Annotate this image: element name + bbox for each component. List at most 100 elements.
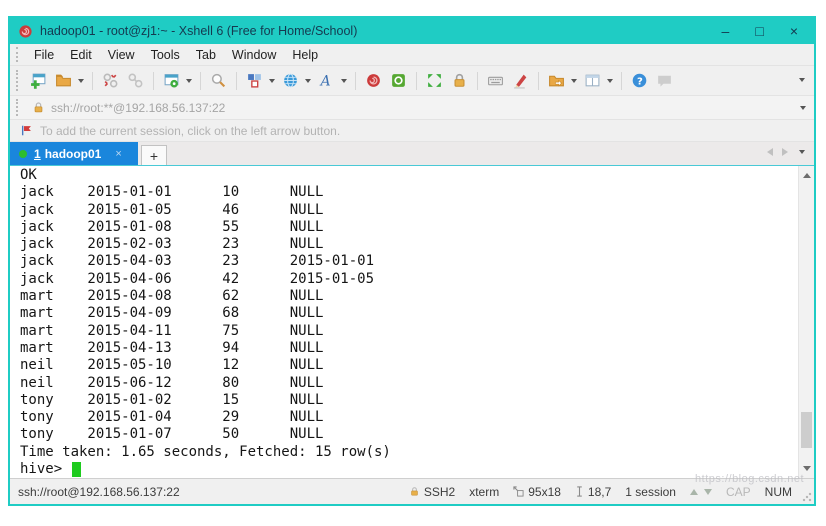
menu-item[interactable]: Tab	[188, 44, 224, 66]
xftp-transfer-button[interactable]	[387, 70, 410, 91]
tab-hadoop01[interactable]: 1 hadoop01 ×	[10, 142, 138, 165]
address-url[interactable]: ssh://root:**@192.168.56.137:22	[51, 101, 798, 115]
tile-windows-icon	[585, 74, 600, 87]
xshell-window: hadoop01 - root@zj1:~ - Xshell 6 (Free f…	[8, 16, 816, 506]
address-bar[interactable]: ssh://root:**@192.168.56.137:22	[10, 96, 814, 120]
terminal-line: jack 2015-01-05 46 NULL	[20, 201, 324, 218]
help-icon: ?	[632, 73, 647, 87]
close-button[interactable]: ×	[790, 18, 798, 44]
resize-grip[interactable]	[802, 492, 812, 502]
find-button[interactable]	[207, 70, 230, 91]
font-dropdown[interactable]	[341, 78, 347, 83]
terminal-line: tony 2015-01-04 29 NULL	[20, 409, 324, 426]
xagent-swirl-icon	[367, 74, 380, 87]
toolbar-separator	[416, 71, 417, 90]
xagent-button[interactable]	[362, 70, 385, 91]
address-bar-grip[interactable]	[16, 99, 19, 116]
compose-button[interactable]	[509, 70, 532, 91]
toolbar-grip[interactable]	[16, 47, 19, 62]
menu-item[interactable]: View	[100, 44, 143, 66]
title-bar: hadoop01 - root@zj1:~ - Xshell 6 (Free f…	[10, 18, 814, 44]
terminal-line: jack 2015-02-03 23 NULL	[20, 236, 324, 253]
status-lock-icon	[411, 487, 418, 496]
info-bar: To add the current session, click on the…	[10, 120, 814, 142]
tab-close-icon[interactable]: ×	[115, 148, 121, 160]
prompt-line: hive>	[20, 461, 798, 478]
scroll-up-button[interactable]	[799, 168, 814, 183]
desktop: hadoop01 - root@zj1:~ - Xshell 6 (Free f…	[0, 0, 826, 526]
terminal-line: jack 2015-01-08 55 NULL	[20, 218, 324, 235]
tab-scroll-left-icon[interactable]	[767, 148, 773, 156]
status-bar: https://blog.csdn.net ssh://root@192.168…	[10, 473, 814, 504]
toolbar: A ?	[10, 66, 814, 96]
color-scheme-button[interactable]	[243, 70, 266, 91]
color-scheme-dropdown[interactable]	[269, 78, 275, 83]
tile-windows-button[interactable]	[581, 70, 604, 91]
globe-icon	[284, 73, 297, 88]
toolbar-separator	[621, 71, 622, 90]
window-title: hadoop01 - root@zj1:~ - Xshell 6 (Free f…	[40, 24, 358, 38]
scroll-down-icon	[802, 466, 811, 471]
menu-item[interactable]: Help	[284, 44, 326, 66]
scroll-down-button[interactable]	[799, 461, 814, 476]
folder-transfer-dropdown[interactable]	[571, 78, 577, 83]
terminal-line: mart 2015-04-13 94 NULL	[20, 339, 324, 356]
help-button[interactable]: ?	[628, 70, 651, 91]
terminal-line: mart 2015-04-09 68 NULL	[20, 305, 324, 322]
keyboard-icon	[488, 76, 503, 86]
menu-item[interactable]: Window	[224, 44, 284, 66]
menu-item[interactable]: Tools	[143, 44, 188, 66]
tab-list-dropdown[interactable]	[799, 150, 805, 154]
encoding-dropdown[interactable]	[305, 78, 311, 83]
new-session-button[interactable]	[27, 70, 50, 91]
ssl-lock-icon	[34, 102, 43, 113]
menu-item[interactable]: File	[26, 44, 62, 66]
toolbar-grip[interactable]	[16, 70, 19, 91]
session-properties-dropdown[interactable]	[186, 78, 192, 83]
font-button[interactable]: A	[315, 70, 338, 91]
lock-screen-button[interactable]	[448, 70, 471, 91]
maximize-button[interactable]: □	[755, 18, 763, 44]
speech-bubble-icon	[658, 75, 671, 87]
disconnect-icon	[103, 73, 118, 88]
toolbar-separator	[355, 71, 356, 90]
tab-scroll-right-icon[interactable]	[782, 148, 788, 156]
folder-transfer-icon	[549, 75, 564, 87]
terminal-line: neil 2015-06-12 80 NULL	[20, 374, 324, 391]
font-size-up-icon[interactable]	[689, 488, 698, 495]
terminal-line: neil 2015-05-10 12 NULL	[20, 357, 324, 374]
protocol-indicator: SSH2	[409, 485, 455, 499]
toolbar-overflow-dropdown[interactable]	[799, 78, 805, 82]
session-properties-button[interactable]	[160, 70, 183, 91]
lock-icon	[454, 73, 465, 87]
terminal-line: mart 2015-04-08 62 NULL	[20, 288, 324, 305]
menu-item[interactable]: Edit	[62, 44, 100, 66]
open-session-button[interactable]	[52, 70, 75, 91]
folder-transfer-button[interactable]	[545, 70, 568, 91]
open-session-dropdown[interactable]	[78, 78, 84, 83]
tab-bar: 1 hadoop01 × +	[10, 142, 814, 165]
caps-lock-indicator: CAP	[725, 484, 751, 499]
virtual-keyboard-button[interactable]	[484, 70, 507, 91]
minimize-button[interactable]: –	[722, 18, 730, 44]
terminal-area[interactable]: OK jack 2015-01-01 10 NULL jack 2015-01-05…	[10, 165, 814, 478]
encoding-button[interactable]	[279, 70, 302, 91]
scroll-up-icon	[802, 173, 811, 178]
toolbar-separator	[92, 71, 93, 90]
scrollbar-thumb[interactable]	[801, 412, 812, 449]
feedback-button[interactable]	[653, 70, 676, 91]
font-size-down-icon[interactable]	[703, 488, 712, 495]
fullscreen-button[interactable]	[423, 70, 446, 91]
quill-pen-icon	[514, 74, 527, 89]
vertical-scrollbar[interactable]	[798, 166, 814, 478]
svg-text:A: A	[319, 73, 331, 89]
svg-text:?: ?	[637, 76, 643, 87]
session-count-indicator: 1 session	[625, 484, 676, 499]
disconnect-button[interactable]	[99, 70, 122, 91]
tile-windows-dropdown[interactable]	[607, 78, 613, 83]
new-session-icon	[31, 73, 46, 89]
address-bar-dropdown[interactable]	[800, 105, 806, 110]
new-tab-button[interactable]: +	[141, 145, 167, 165]
reconnect-button[interactable]	[124, 70, 147, 91]
screen-size-icon	[513, 486, 524, 497]
